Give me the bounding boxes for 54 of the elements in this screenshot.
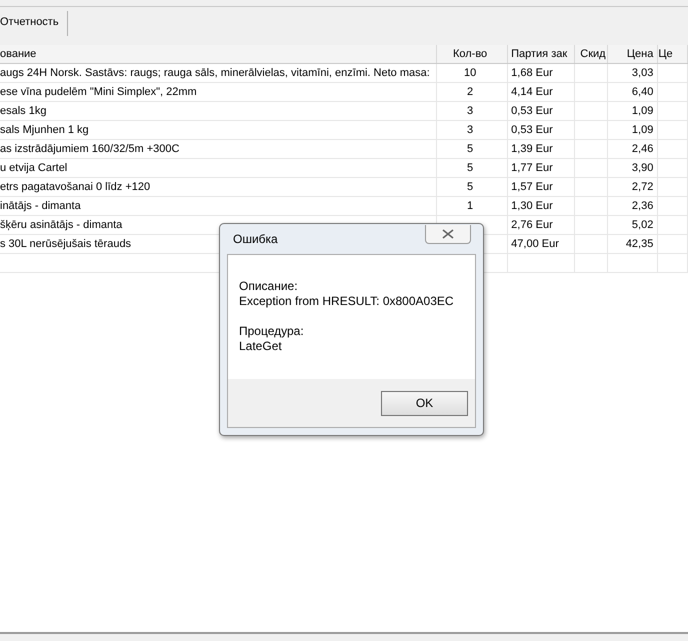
table-cell: 1,77 Eur [511,162,553,174]
table-cell: 0,53 Eur [511,124,553,136]
message-text: Описание: [239,279,299,294]
table-cell: 5 [467,181,474,193]
table-cell: as izstrādājumiem 160/32/5m +300C [0,143,180,155]
table-cell: 2,76 Eur [511,219,553,231]
table-cell: sals Mjunhen 1 kg [0,124,89,136]
table-cell: šķēru asinātājs - dimanta [0,219,122,231]
table-cell: 3 [467,124,474,136]
ok-button[interactable]: OK [381,390,468,416]
message-text: Exception from HRESULT: 0x800A03EC [239,294,455,309]
table-cell: 3,90 [632,162,654,174]
table-cell: 4,14 Eur [511,86,553,98]
table-cell: 1,68 Eur [511,67,553,79]
column-header[interactable]: Це [658,45,688,63]
table-cell: 6,40 [632,86,654,98]
table-cell: 2 [467,86,474,98]
table-cell: 5 [467,143,474,155]
table-cell: augs 24H Norsk. Sastāvs: raugs; rauga sāls, minerālvielas, vitamīni, enzīmi. Neto masa: [0,67,430,79]
table-cell: s 30L nerūsējušais tērauds [0,238,132,250]
message-text: LateGet [239,339,283,354]
table-cell: 5,02 [632,219,654,231]
table-cell: 47,00 Eur [511,238,559,250]
column-header[interactable]: ование [0,45,438,63]
message-text: Процедура: [239,324,305,339]
table-cell: 1,09 [632,105,654,117]
column-header[interactable]: Скид [575,45,608,63]
table-cell: 42,35 [626,238,654,250]
close-icon [442,228,454,238]
table-cell: 1,39 Eur [511,143,553,155]
table-cell: 2,72 [632,181,654,193]
report-tab[interactable]: Отчетность [0,11,68,36]
table-cell: inātājs - dimanta [0,200,81,212]
table-cell: 0,53 Eur [511,105,553,117]
table-cell: 2,36 [632,200,654,212]
table-cell: ese vīna pudelēm "Mini Simplex", 22mm [0,86,197,98]
table-cell: etrs pagatavošanai 0 līdz +120 [0,181,150,193]
table-cell: 1 [467,200,474,212]
column-header[interactable]: Цена [608,45,658,63]
table-cell: 3,03 [632,67,654,79]
close-button[interactable] [425,224,471,244]
table-cell: 3 [467,105,474,117]
table-cell: 10 [464,67,476,79]
table-cell: 1,09 [632,124,654,136]
dialog-title: Ошибка [233,232,278,246]
column-header[interactable]: Партия зак [508,45,576,63]
table-cell: 2,46 [632,143,654,155]
table-cell: 1,57 Eur [511,181,553,193]
bottom-scrollbar[interactable] [0,632,688,641]
table-cell: 5 [467,162,474,174]
table-cell: esals 1kg [0,105,46,117]
column-header[interactable]: Кол-во [437,45,508,63]
table-cell: 1,30 Eur [511,200,553,212]
table-cell: u etvija Cartel [0,162,68,174]
